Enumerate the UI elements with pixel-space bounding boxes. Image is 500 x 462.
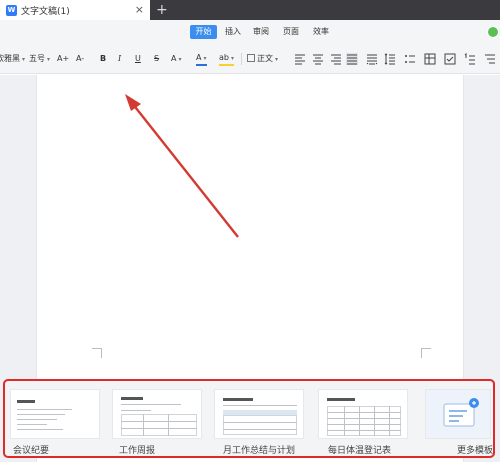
template-card-more[interactable]	[425, 389, 491, 439]
style-select[interactable]: 正文 ▾	[247, 53, 278, 66]
template-thumb-line	[17, 429, 63, 430]
template-label-temperature-log[interactable]: 每日体温登记表	[328, 443, 391, 456]
tab-page[interactable]: 页面	[280, 25, 302, 39]
avatar[interactable]	[487, 26, 499, 38]
shrink-font-button[interactable]: A-	[76, 53, 84, 65]
title-bar: W 文字文稿(1) × +	[0, 0, 500, 20]
tab-review[interactable]: 审阅	[250, 25, 272, 39]
template-label-more[interactable]: 更多模板	[457, 443, 493, 456]
underline-button[interactable]: U	[135, 53, 141, 65]
template-thumb-title	[223, 398, 253, 401]
template-card-monthly-summary[interactable]	[214, 389, 304, 439]
grow-font-button[interactable]: A+	[57, 53, 69, 65]
template-label-weekly-report[interactable]: 工作周报	[119, 443, 155, 456]
checkbox-icon[interactable]	[444, 53, 456, 65]
template-label-meeting-minutes[interactable]: 会议纪要	[13, 443, 49, 456]
tab-home[interactable]: 开始	[190, 25, 217, 39]
template-thumb-line	[17, 409, 72, 410]
template-label-monthly-summary[interactable]: 月工作总结与计划	[223, 443, 295, 456]
font-color-button[interactable]: A ▾	[196, 53, 207, 66]
ribbon-tab-bar: 开始 插入 审阅 页面 效率	[0, 20, 500, 44]
template-thumb-line	[223, 405, 297, 406]
template-strip: 会议纪要 工作周报 月工作总结与计划 每日体温登记表 更多模板	[3, 379, 495, 458]
strikethrough-button[interactable]: S	[154, 53, 159, 65]
more-templates-icon	[443, 398, 479, 427]
text-effect-button[interactable]: A ▾	[171, 53, 182, 66]
highlight-button[interactable]: ab ▾	[219, 53, 234, 66]
template-thumb-line	[223, 422, 297, 423]
template-thumb-line	[374, 406, 375, 436]
page-margin-mark	[92, 348, 102, 358]
bold-button[interactable]: B	[100, 53, 106, 65]
template-thumb-line	[121, 421, 197, 422]
outline-icon[interactable]	[484, 53, 496, 65]
writer-doc-icon: W	[6, 4, 17, 16]
template-thumb-table	[121, 414, 197, 436]
page-margin-mark	[421, 348, 431, 358]
tab-efficiency[interactable]: 效率	[310, 25, 332, 39]
numbered-list-icon[interactable]	[464, 53, 476, 65]
template-thumb-line	[223, 429, 297, 430]
template-card-temperature-log[interactable]	[318, 389, 408, 439]
template-thumb-title	[17, 400, 35, 403]
template-thumb-title	[327, 398, 355, 401]
template-thumb-line	[359, 406, 360, 436]
toolbar-divider	[241, 53, 242, 65]
font-size-select[interactable]: 五号 ▾	[29, 53, 50, 66]
table-icon[interactable]	[424, 53, 436, 65]
style-icon	[247, 54, 255, 62]
italic-button[interactable]: I	[118, 53, 121, 65]
bullet-list-icon[interactable]	[404, 53, 416, 65]
align-center-icon[interactable]	[312, 53, 324, 65]
line-spacing-icon[interactable]	[384, 53, 396, 65]
font-name-select[interactable]: 微软雅黑▾	[0, 53, 25, 66]
template-thumb-title	[121, 397, 143, 400]
document-tab-label: 文字文稿(1)	[21, 6, 70, 17]
template-thumb-line	[168, 414, 169, 436]
align-left-icon[interactable]	[294, 53, 306, 65]
template-thumb-line	[17, 419, 57, 420]
justify-icon[interactable]	[346, 53, 358, 65]
template-thumb-line	[121, 410, 151, 411]
new-tab-button[interactable]: +	[156, 1, 168, 19]
template-thumb-line	[17, 414, 65, 415]
template-thumb-line	[344, 406, 345, 436]
template-thumb-line	[17, 424, 47, 425]
tab-insert[interactable]: 插入	[222, 25, 244, 39]
template-thumb-line	[121, 404, 181, 405]
document-tab[interactable]: W 文字文稿(1) ×	[0, 0, 150, 20]
template-thumb-line	[143, 414, 144, 436]
template-thumb-table	[223, 415, 297, 435]
formatting-toolbar: 微软雅黑▾ 五号▾ A+ A- B I U S A▾ A▾ ab▾ 正文▾	[0, 44, 500, 74]
template-thumb-line	[389, 406, 390, 436]
template-card-weekly-report[interactable]	[112, 389, 202, 439]
distributed-align-icon[interactable]	[366, 53, 378, 65]
close-icon[interactable]: ×	[135, 3, 144, 17]
template-card-meeting-minutes[interactable]	[10, 389, 100, 439]
template-thumb-line	[121, 428, 197, 429]
align-right-icon[interactable]	[330, 53, 342, 65]
